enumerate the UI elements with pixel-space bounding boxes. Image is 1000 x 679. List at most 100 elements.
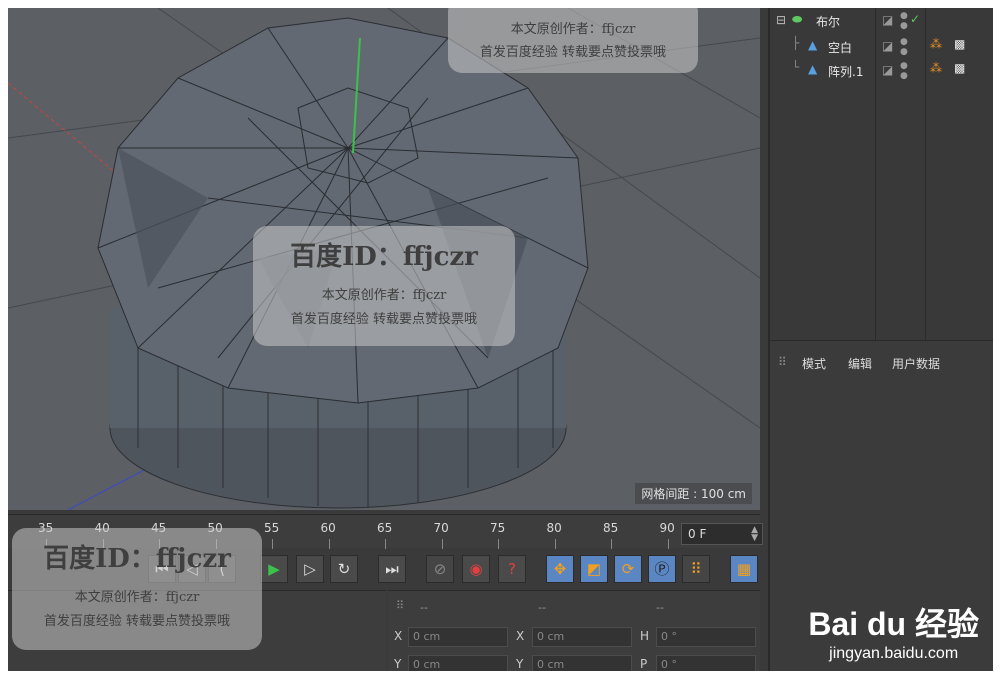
dots-grid-icon: ⠿ — [690, 560, 702, 578]
play-icon: ▶ — [268, 560, 280, 578]
key-disabled-icon: ⊘ — [433, 560, 447, 578]
tag-icon[interactable]: ⁂ — [930, 61, 942, 75]
record-icon: ◉ — [469, 560, 483, 578]
ruler-tick-mark — [667, 539, 669, 549]
tab-mode[interactable]: 模式 — [802, 355, 826, 372]
step-forward-button[interactable]: ▷ — [296, 555, 324, 583]
tab-user-data[interactable]: 用户数据 — [892, 355, 940, 372]
pla-key-button[interactable]: ⠿ — [682, 555, 710, 583]
ruler-tick-label: 90 — [659, 521, 675, 535]
goto-end-button[interactable]: ⏭ — [378, 555, 406, 583]
object-row-array[interactable]: └ ▲ 阵列.1 ◪ ● ● ⁂ ▩ — [770, 60, 993, 84]
loop-icon: ↻ — [337, 560, 351, 578]
drag-handle-icon[interactable]: ⠿ — [396, 599, 404, 612]
loop-button[interactable]: ↻ — [330, 555, 358, 583]
size-x-label: X — [516, 629, 525, 643]
object-row-boole[interactable]: ⊟ ⬬ 布尔 ◪ ● ● ✓ — [770, 10, 993, 34]
coord-header-position: -- — [420, 601, 428, 614]
size-y-field[interactable]: 0 cm — [532, 655, 632, 671]
size-y-label: Y — [516, 657, 524, 671]
ruler-tick-label: 75 — [490, 521, 506, 535]
pos-x-field[interactable]: 0 cm — [408, 627, 508, 647]
pos-y-label: Y — [394, 657, 402, 671]
visibility-dots-icon[interactable]: ● ● — [900, 11, 908, 31]
coordinate-manager: ⠿ -- -- -- X 0 cm X 0 cm H 0 ° Y 0 cm Y … — [388, 590, 760, 671]
visibility-dots-icon[interactable]: ● ● — [900, 61, 908, 81]
3d-viewport[interactable]: 百度ID：ffjczr 本文原创作者：ffjczr 首发百度经验 转载要点赞投票… — [8, 8, 760, 510]
enabled-check-icon[interactable]: ✓ — [910, 12, 920, 26]
object-name-null: 空白 — [828, 41, 853, 55]
watermark-box-center — [253, 226, 515, 346]
rot-p-field[interactable]: 0 ° — [656, 655, 756, 671]
record-button[interactable]: ◉ — [462, 555, 490, 583]
ruler-tick-label: 85 — [603, 521, 619, 535]
cinema4d-window: 百度ID：ffjczr 本文原创作者：ffjczr 首发百度经验 转载要点赞投票… — [8, 8, 993, 671]
p-icon: Ⓟ — [654, 560, 670, 578]
tree-branch-icon: └ — [792, 60, 800, 74]
baidu-url: jingyan.baidu.com — [829, 645, 959, 662]
ruler-tick-label: 80 — [546, 521, 562, 535]
ruler-tick-label: 70 — [433, 521, 449, 535]
drag-handle-icon[interactable]: ⠿ — [778, 355, 787, 369]
goto-end-icon: ⏭ — [385, 560, 399, 578]
tree-collapse-icon[interactable]: ⊟ — [776, 13, 786, 27]
watermark-box-bottom — [12, 528, 262, 650]
attribute-manager-tabs: ⠿ 模式 编辑 用户数据 — [770, 353, 993, 375]
pos-y-field[interactable]: 0 cm — [408, 655, 508, 671]
checker-tag-icon[interactable]: ▩ — [954, 37, 965, 51]
tag-icon[interactable]: ⁂ — [930, 37, 942, 51]
ruler-tick-mark — [441, 539, 443, 549]
question-icon: ? — [508, 560, 516, 578]
object-manager: ⊟ ⬬ 布尔 ◪ ● ● ✓ ├ ▲ 空白 ◪ ● ● ⁂ ▩ └ ▲ 阵列.1 ◪ — [770, 8, 993, 341]
filmstrip-icon: ▦ — [736, 560, 752, 578]
step-forward-icon: ▷ — [304, 560, 316, 578]
ruler-tick-mark — [385, 539, 386, 549]
timeline-window-button[interactable]: ▦ — [730, 555, 758, 583]
frame-spinner-icon[interactable]: ▲ ▼ — [751, 526, 758, 543]
ruler-tick-mark — [272, 539, 273, 549]
coord-header-rotation: -- — [656, 601, 664, 614]
ruler-tick-mark — [328, 539, 330, 549]
scale-key-button[interactable]: ◩ — [580, 555, 608, 583]
object-row-null[interactable]: ├ ▲ 空白 ◪ ● ● ⁂ ▩ — [770, 36, 993, 60]
current-frame-field[interactable]: 0 F ▲ ▼ — [681, 523, 763, 545]
object-name-boole: 布尔 — [816, 15, 841, 29]
current-frame-value: 0 F — [688, 527, 707, 541]
watermark-box-top — [448, 8, 698, 73]
checker-tag-icon[interactable]: ▩ — [954, 61, 965, 75]
layer-toggle-icon[interactable]: ◪ — [882, 13, 893, 27]
rot-p-label: P — [640, 657, 648, 671]
auto-key-button[interactable]: ? — [498, 555, 526, 583]
ruler-tick-mark — [554, 539, 556, 549]
baidu-brand: Bai du 经验 — [808, 606, 979, 642]
scale-icon: ◩ — [586, 560, 602, 578]
rot-h-label: H — [640, 629, 650, 643]
layer-toggle-icon[interactable]: ◪ — [882, 63, 893, 77]
layer-toggle-icon[interactable]: ◪ — [882, 39, 893, 53]
grid-spacing-readout: 网格间距 : 100 cm — [635, 483, 752, 504]
array-object-icon: ▲ — [808, 62, 818, 76]
null-object-icon: ▲ — [808, 38, 818, 52]
ruler-tick-mark — [611, 539, 612, 549]
object-name-array: 阵列.1 — [828, 65, 864, 79]
right-panel: ⊟ ⬬ 布尔 ◪ ● ● ✓ ├ ▲ 空白 ◪ ● ● ⁂ ▩ └ ▲ 阵列.1 ◪ — [768, 8, 993, 671]
rotate-key-button[interactable]: ⟳ — [614, 555, 642, 583]
ruler-tick-label: 65 — [377, 521, 393, 535]
tab-edit[interactable]: 编辑 — [848, 355, 872, 372]
record-disabled-button[interactable]: ⊘ — [426, 555, 454, 583]
size-x-field[interactable]: 0 cm — [532, 627, 632, 647]
pos-x-label: X — [394, 629, 403, 643]
visibility-dots-icon[interactable]: ● ● — [900, 37, 908, 57]
move-icon: ✥ — [553, 560, 567, 578]
move-key-button[interactable]: ✥ — [546, 555, 574, 583]
param-key-button[interactable]: Ⓟ — [648, 555, 676, 583]
baidu-jingyan-logo: Bai du 经验 jingyan.baidu.com — [808, 599, 979, 663]
tree-branch-icon: ├ — [792, 36, 800, 50]
play-button[interactable]: ▶ — [260, 555, 288, 583]
boole-icon: ⬬ — [792, 12, 803, 26]
ruler-tick-mark — [498, 539, 499, 549]
rotate-icon: ⟳ — [621, 560, 635, 578]
coord-header-size: -- — [538, 601, 546, 614]
rot-h-field[interactable]: 0 ° — [656, 627, 756, 647]
ruler-tick-label: 60 — [320, 521, 336, 535]
